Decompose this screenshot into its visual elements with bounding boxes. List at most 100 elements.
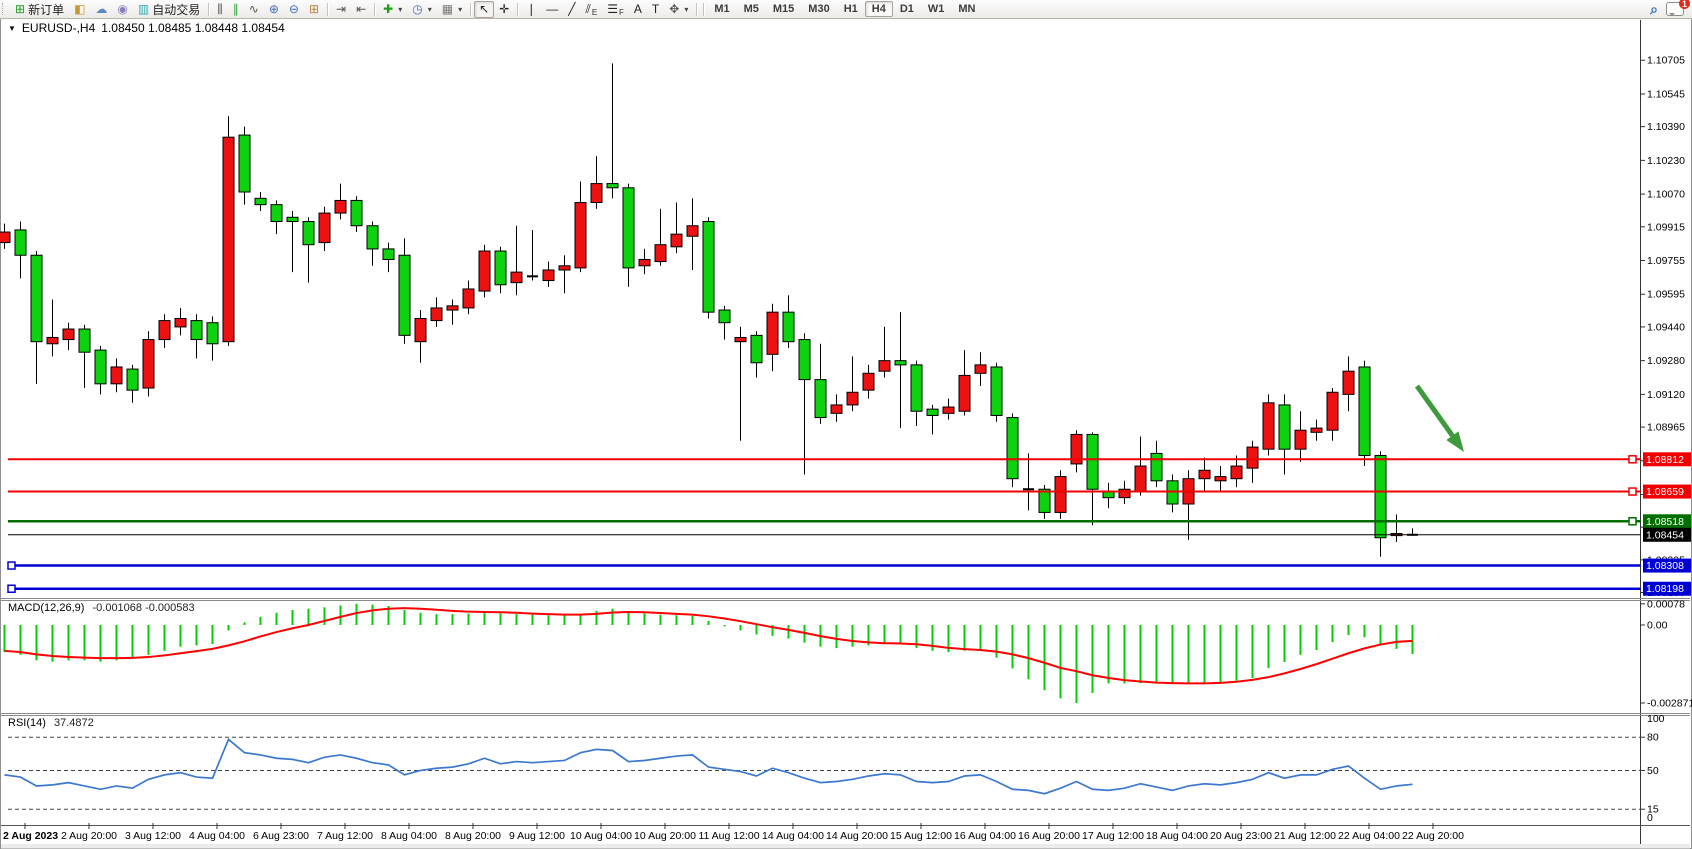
candle <box>1231 466 1242 479</box>
arrows-button[interactable]: ✥▾ <box>664 1 693 18</box>
chart-shift-button[interactable]: ⇥ <box>331 1 351 18</box>
candle <box>79 329 90 352</box>
timeframe-w1[interactable]: W1 <box>921 1 952 17</box>
price-tick-label: 1.09595 <box>1647 289 1685 301</box>
new-order-button[interactable]: ⊞新订单 <box>10 1 69 18</box>
arrow-annotation[interactable] <box>1417 386 1452 436</box>
timeframe-m15[interactable]: M15 <box>766 1 801 17</box>
candle <box>1215 477 1226 481</box>
price-tick-label: 1.09440 <box>1647 321 1685 333</box>
indicators-button[interactable]: ✚▾ <box>378 1 407 18</box>
candle <box>1087 434 1098 489</box>
candle <box>1359 367 1370 456</box>
price-tick-label: 1.09280 <box>1647 355 1685 367</box>
vertical-line-icon: ❘ <box>526 3 536 15</box>
macd-tick-label: -0.002871 <box>1647 697 1692 709</box>
timeframe-d1[interactable]: D1 <box>893 1 921 17</box>
zoom-in-button[interactable]: ⊕ <box>264 1 284 18</box>
candle <box>255 198 266 204</box>
zoom-out-button[interactable]: ⊖ <box>284 1 304 18</box>
timeframe-h4[interactable]: H4 <box>865 1 893 17</box>
rsi-line <box>5 739 1413 793</box>
timeframe-h1[interactable]: H1 <box>837 1 865 17</box>
search-icon[interactable]: ⌕ <box>1650 1 1658 18</box>
candle <box>703 222 714 313</box>
channel-button[interactable]: ⫽E <box>581 1 603 18</box>
styler-button[interactable]: ◧ <box>69 1 90 18</box>
text-label-button[interactable]: T <box>647 1 664 18</box>
rsi-tick-label: 50 <box>1647 765 1659 777</box>
time-tick-label: 16 Aug 04:00 <box>954 830 1016 842</box>
line-handle[interactable] <box>1629 456 1636 463</box>
fibonacci-button[interactable]: ☰F <box>602 1 629 18</box>
chat-icon[interactable]: 1 <box>1666 2 1684 16</box>
rsi-tick-label: 100 <box>1647 713 1665 725</box>
macd-signal-line <box>5 608 1413 683</box>
auto-scroll-icon: ⇤ <box>356 3 366 15</box>
line-chart-button[interactable]: ∿ <box>244 1 264 18</box>
chevron-down-icon[interactable]: ▾ <box>684 5 688 14</box>
timeframe-m1[interactable]: M1 <box>707 1 736 17</box>
timeframe-buttons: M1M5M15M30H1H4D1W1MN <box>707 1 982 17</box>
periods-button[interactable]: ◷▾ <box>407 1 437 18</box>
toolbar-buttons: ⊞新订单◧☁◉▥自动交易⫼∥∿⊕⊖⊞⇥⇤✚▾◷▾▦▾↖✛❘―╱⫽E☰FAT✥▾ <box>10 1 700 18</box>
price-tick-label: 1.10705 <box>1647 55 1685 67</box>
candle <box>1039 489 1050 512</box>
cursor-button[interactable]: ↖ <box>474 1 494 18</box>
price-tick-label: 1.10390 <box>1647 121 1685 133</box>
sound-button[interactable]: ◉ <box>112 1 132 18</box>
vertical-line-button[interactable]: ❘ <box>521 1 541 18</box>
auto-scroll-button[interactable]: ⇤ <box>351 1 371 18</box>
channel-icon-sub: E <box>592 8 597 17</box>
time-tick-label: 21 Aug 12:00 <box>1274 830 1336 842</box>
candle <box>351 200 362 225</box>
candle <box>911 365 922 411</box>
line-handle[interactable] <box>8 585 15 592</box>
collapse-arrow-icon[interactable]: ▼ <box>8 24 16 33</box>
chart-title[interactable]: ▼ EURUSD-,H4 1.08450 1.08485 1.08448 1.0… <box>8 21 285 35</box>
candle <box>735 337 746 341</box>
candle <box>1311 428 1322 432</box>
macd-label[interactable]: MACD(12,26,9) -0.001068 -0.000583 <box>8 602 195 614</box>
trendline-button[interactable]: ╱ <box>563 1 580 18</box>
chevron-down-icon[interactable]: ▾ <box>458 5 462 14</box>
rsi-label[interactable]: RSI(14) 37.4872 <box>8 717 94 729</box>
candle <box>335 200 346 213</box>
time-tick-label: 14 Aug 04:00 <box>762 830 824 842</box>
cursor-icon: ↖ <box>479 3 489 15</box>
timeframe-m5[interactable]: M5 <box>737 1 766 17</box>
templates-button[interactable]: ▦▾ <box>437 1 467 18</box>
auto-trading-button[interactable]: ▥自动交易 <box>133 1 205 18</box>
candle <box>31 255 42 341</box>
price-tick-label: 1.10545 <box>1647 88 1685 100</box>
time-tick-label: 17 Aug 12:00 <box>1082 830 1144 842</box>
line-handle[interactable] <box>8 562 15 569</box>
candle <box>1135 466 1146 491</box>
candle <box>943 407 954 413</box>
chevron-down-icon[interactable]: ▾ <box>398 5 402 14</box>
text-button[interactable]: A <box>629 1 647 18</box>
chart-canvas: 1.107051.105451.103901.102301.100701.099… <box>0 0 1692 849</box>
indicators-icon: ✚ <box>383 3 393 15</box>
chevron-down-icon[interactable]: ▾ <box>428 5 432 14</box>
bar-chart-button[interactable]: ⫼ <box>212 1 228 18</box>
candle <box>719 310 730 323</box>
time-tick-label: 8 Aug 04:00 <box>381 830 437 842</box>
toolbar-separator <box>703 3 704 16</box>
horizontal-line-button[interactable]: ― <box>541 1 563 18</box>
candle-chart-button[interactable]: ∥ <box>228 1 244 18</box>
candle <box>639 259 650 265</box>
crosshair-button[interactable]: ✛ <box>494 1 514 18</box>
candle <box>367 226 378 249</box>
new-order-icon: ⊞ <box>15 3 25 15</box>
time-tick-label: 2 Aug 20:00 <box>61 830 117 842</box>
rsi-tick-label: 0 <box>1647 812 1653 824</box>
profile-button[interactable]: ☁ <box>90 1 112 18</box>
tile-windows-button[interactable]: ⊞ <box>304 1 324 18</box>
timeframe-mn[interactable]: MN <box>951 1 982 17</box>
price-tag-label: 1.08454 <box>1646 529 1684 541</box>
time-tick-label: 8 Aug 20:00 <box>445 830 501 842</box>
line-handle[interactable] <box>1629 488 1636 495</box>
line-handle[interactable] <box>1629 518 1636 525</box>
timeframe-m30[interactable]: M30 <box>801 1 836 17</box>
